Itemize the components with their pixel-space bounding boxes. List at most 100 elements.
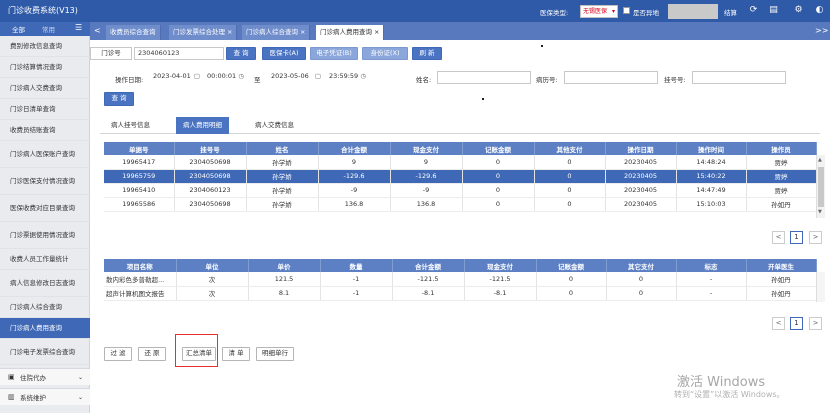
pager2-page-button[interactable]: 1 — [790, 317, 803, 330]
document-icon[interactable]: ▤ — [767, 4, 780, 17]
insurance-type-select[interactable]: 无锡医保 ▾ — [580, 5, 618, 18]
sidebar-item[interactable]: 门诊病人费用查询 — [0, 318, 90, 339]
tab-cashier-summary[interactable]: 收费员综合查询 — [106, 25, 161, 40]
pager2-prev-button[interactable]: < — [772, 317, 785, 330]
table-row[interactable]: 19965586 2304050698 孙学娇 136.8 136.8 0 0 2023040… — [104, 197, 817, 212]
column-header[interactable]: 其他支付 — [534, 142, 606, 155]
column-header[interactable]: 单据号 — [104, 142, 175, 155]
calendar-icon[interactable]: ▢ — [194, 71, 200, 82]
sidebar-item[interactable]: 门诊病人综合查询 — [0, 297, 90, 318]
subtab-fee-details[interactable]: 病人费用明细 — [176, 117, 229, 134]
sidebar-item[interactable]: 收费员结账查询 — [0, 120, 90, 141]
to-label: 至 — [254, 76, 261, 84]
tab-scroll-right-button[interactable]: >> — [815, 26, 828, 35]
table-cell: -8.1 — [464, 286, 537, 301]
sidebar-item[interactable]: 收费人员工作量统计 — [0, 249, 90, 270]
table-row[interactable]: 散内彩色多普勒超... 次 121.5 -1 -121.5 -121.5 0 0- 孙如丹 — [104, 272, 817, 287]
sidebar-item[interactable]: 门诊病人医保账户查询 — [0, 141, 90, 168]
table-row[interactable]: 19965759 2304050698 孙学娇 -129.6 -129.6 0 0 20230… — [104, 169, 817, 184]
tab-invoice-processing[interactable]: 门诊发票综合处理 × — [169, 25, 238, 40]
menu-icon[interactable]: ☰ — [75, 23, 82, 32]
query-button[interactable]: 查 询 — [226, 47, 256, 60]
sidebar-group-system-maintenance[interactable]: ▥ 系统维护 ⌄ — [0, 388, 90, 405]
subtab-payment-info[interactable]: 病人交费信息 — [248, 117, 301, 134]
column-header[interactable]: 现金支付 — [390, 142, 463, 155]
sidebar-tab-all[interactable]: 全部 — [12, 24, 25, 34]
time-from-input[interactable]: 00:00:01 ◷ — [204, 71, 246, 84]
date-from-input[interactable]: 2023-04-01 ▢ — [150, 71, 202, 84]
sidebar-item[interactable]: 门诊结算情况查询 — [0, 57, 90, 78]
sidebar-group-inpatient-agent[interactable]: ▣ 住院代办 ⌄ — [0, 368, 90, 385]
sidebar-item[interactable]: 门诊电子发票综合查询 — [0, 339, 90, 365]
column-header[interactable]: 挂号号 — [174, 142, 247, 155]
record-no-input[interactable] — [564, 71, 658, 84]
table-row[interactable]: 超声计算机图文报告次 8.1 -1 -8.1 -8.1 0 0- 孙如丹 — [104, 286, 817, 301]
user-icon[interactable]: ◐ — [813, 4, 826, 17]
clinic-no-input[interactable]: 2304060123 — [134, 47, 224, 60]
settings-icon[interactable]: ⚙ — [792, 4, 805, 17]
tab-patient-summary[interactable]: 门诊病人综合查询 × — [242, 25, 311, 40]
column-header[interactable]: 单价 — [248, 259, 321, 272]
clock-icon[interactable]: ◷ — [238, 71, 244, 82]
reg-no-input[interactable] — [692, 71, 786, 84]
column-header[interactable]: 操作员 — [746, 142, 817, 155]
column-header[interactable]: 标志 — [676, 259, 747, 272]
sidebar-item[interactable]: 病人信息修改日志查询 — [0, 270, 90, 297]
close-icon[interactable]: × — [300, 28, 305, 36]
name-input[interactable] — [437, 71, 531, 84]
sidebar-item[interactable]: 门诊日清单查询 — [0, 99, 90, 120]
tab-scroll-left-button[interactable]: < — [94, 26, 101, 35]
table-cell: 0 — [534, 169, 606, 184]
column-header[interactable]: 合计金额 — [392, 259, 465, 272]
sidebar-item[interactable]: 费别修改信息查询 — [0, 36, 90, 57]
column-header[interactable]: 记账金额 — [536, 259, 607, 272]
column-header[interactable]: 操作时间 — [676, 142, 747, 155]
offsite-checkbox[interactable] — [623, 7, 630, 14]
table-row[interactable]: 19965410 2304060123 孙学娇 -9 -9 0 0 20230405 14:47… — [104, 183, 817, 198]
sidebar-tab-common[interactable]: 常用 — [42, 24, 55, 34]
column-header[interactable]: 其它支付 — [606, 259, 677, 272]
column-header[interactable]: 操作日期 — [605, 142, 677, 155]
subtab-registration-info[interactable]: 病人挂号信息 — [104, 117, 157, 134]
close-icon[interactable]: × — [227, 28, 232, 36]
tab-patient-fee-query[interactable]: 门诊病人费用查询 × — [316, 25, 385, 40]
table-cell: -8.1 — [392, 286, 465, 301]
scroll-down-icon[interactable]: ▼ — [818, 209, 822, 215]
calendar-icon[interactable]: ▢ — [315, 71, 321, 82]
restore-button[interactable]: 还 原 — [138, 347, 166, 361]
scroll-thumb[interactable] — [818, 167, 824, 207]
column-header[interactable]: 开单医生 — [746, 259, 817, 272]
insurance-card-button[interactable]: 医保卡(A) — [262, 47, 306, 60]
pager2-next-button[interactable]: > — [809, 317, 822, 330]
table-row[interactable]: 19965417 2304050698 孙学娇 9 9 0 0 20230405 14:48:2… — [104, 155, 817, 170]
sidebar-item[interactable]: 医保收费对应目录查询 — [0, 195, 90, 222]
column-header[interactable]: 姓名 — [246, 142, 319, 155]
date-to-input[interactable]: 2023-05-06 ▢ — [268, 71, 323, 84]
pager1-prev-button[interactable]: < — [772, 231, 785, 244]
sidebar-item[interactable]: 门诊病人交费查询 — [0, 78, 90, 99]
sidebar-item[interactable]: 门诊票据使用情况查询 — [0, 222, 90, 249]
column-header[interactable]: 数量 — [320, 259, 393, 272]
id-card-button[interactable]: 身份证(X) — [362, 47, 408, 60]
time-to-input[interactable]: 23:59:59 ◷ — [326, 71, 368, 84]
filter-button[interactable]: 过 滤 — [104, 347, 132, 361]
fee-records-scrollbar[interactable]: ▲ ▼ — [816, 155, 825, 218]
column-header[interactable]: 现金支付 — [464, 259, 537, 272]
fee-items-scrollbar[interactable] — [816, 272, 825, 302]
column-header[interactable]: 记账金额 — [462, 142, 535, 155]
clock-icon[interactable]: ◷ — [360, 71, 366, 82]
refresh-icon[interactable]: ⟳ — [747, 4, 760, 17]
column-header[interactable]: 合计金额 — [318, 142, 391, 155]
e-voucher-button[interactable]: 电子凭证(B) — [310, 47, 358, 60]
sidebar-item[interactable]: 门诊医保支付情况查询 — [0, 168, 90, 195]
list-button[interactable]: 清 单 — [222, 347, 250, 361]
query-button-2[interactable]: 查 询 — [104, 92, 134, 106]
pager1-next-button[interactable]: > — [809, 231, 822, 244]
detail-single-row-button[interactable]: 明细单行 — [256, 347, 294, 361]
column-header[interactable]: 项目名称 — [104, 259, 177, 272]
column-header[interactable]: 单位 — [176, 259, 249, 272]
close-icon[interactable]: × — [374, 28, 379, 36]
pager1-page-button[interactable]: 1 — [790, 231, 803, 244]
scroll-up-icon[interactable]: ▲ — [818, 157, 822, 163]
refresh-button[interactable]: 刷 新 — [412, 47, 442, 60]
